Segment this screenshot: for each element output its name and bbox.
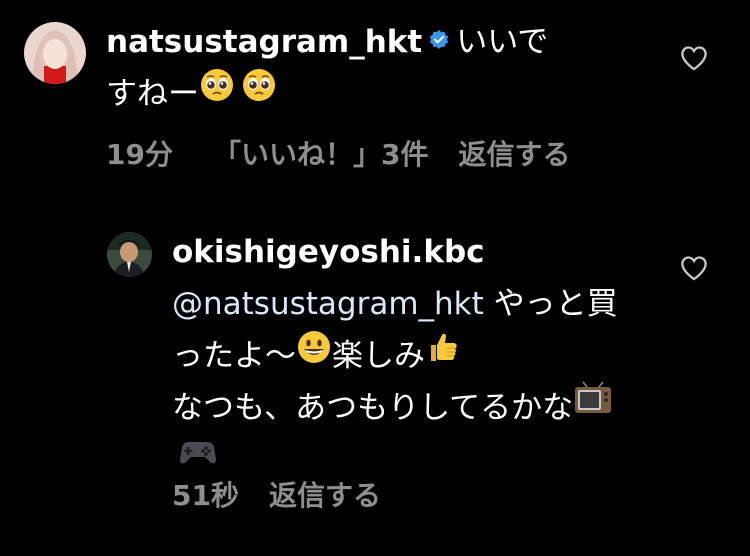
avatar-natsustagram[interactable]	[24, 22, 86, 84]
comment-2-body: okishigeyoshi.kbc @natsustagram_hkt やっと買っ…	[172, 226, 642, 486]
comment-1-likes-link[interactable]: 「いいね！」3件	[213, 138, 428, 171]
comment-2-text-part2: 楽しみ	[332, 338, 425, 374]
comment-2-meta: 51秒 返信する	[172, 474, 411, 514]
comment-2-mention[interactable]: @natsustagram_hkt	[172, 286, 484, 322]
comment-2-username[interactable]: okishigeyoshi.kbc	[172, 234, 485, 270]
pleading-face-emoji	[241, 67, 277, 119]
comment-1-meta: 19分 「いいね！」3件 返信する	[106, 133, 600, 173]
comment-1-reply-button[interactable]: 返信する	[458, 138, 570, 171]
comment-1-body: natsustagram_hkt いいですねー	[106, 16, 646, 120]
comment-1-text-part1: いいで	[456, 24, 549, 60]
verified-badge-icon	[428, 15, 450, 67]
comment-2-text-part3: なつも、あつもりしてるかな	[172, 390, 574, 426]
avatar-okishigeyoshi[interactable]	[107, 232, 152, 277]
comment-1-text-part2: すねー	[106, 76, 199, 112]
grinning-face-emoji	[296, 329, 332, 381]
heart-outline-icon[interactable]	[680, 255, 708, 281]
comment-1-username[interactable]: natsustagram_hkt	[106, 24, 422, 60]
television-emoji	[573, 381, 613, 433]
comment-2-time: 51秒	[172, 479, 239, 512]
thumbs-up-emoji	[425, 329, 461, 381]
comment-2-reply-button[interactable]: 返信する	[269, 479, 381, 512]
comment-1-time: 19分	[106, 138, 173, 171]
heart-outline-icon[interactable]	[680, 45, 708, 71]
pleading-face-emoji	[199, 67, 235, 119]
